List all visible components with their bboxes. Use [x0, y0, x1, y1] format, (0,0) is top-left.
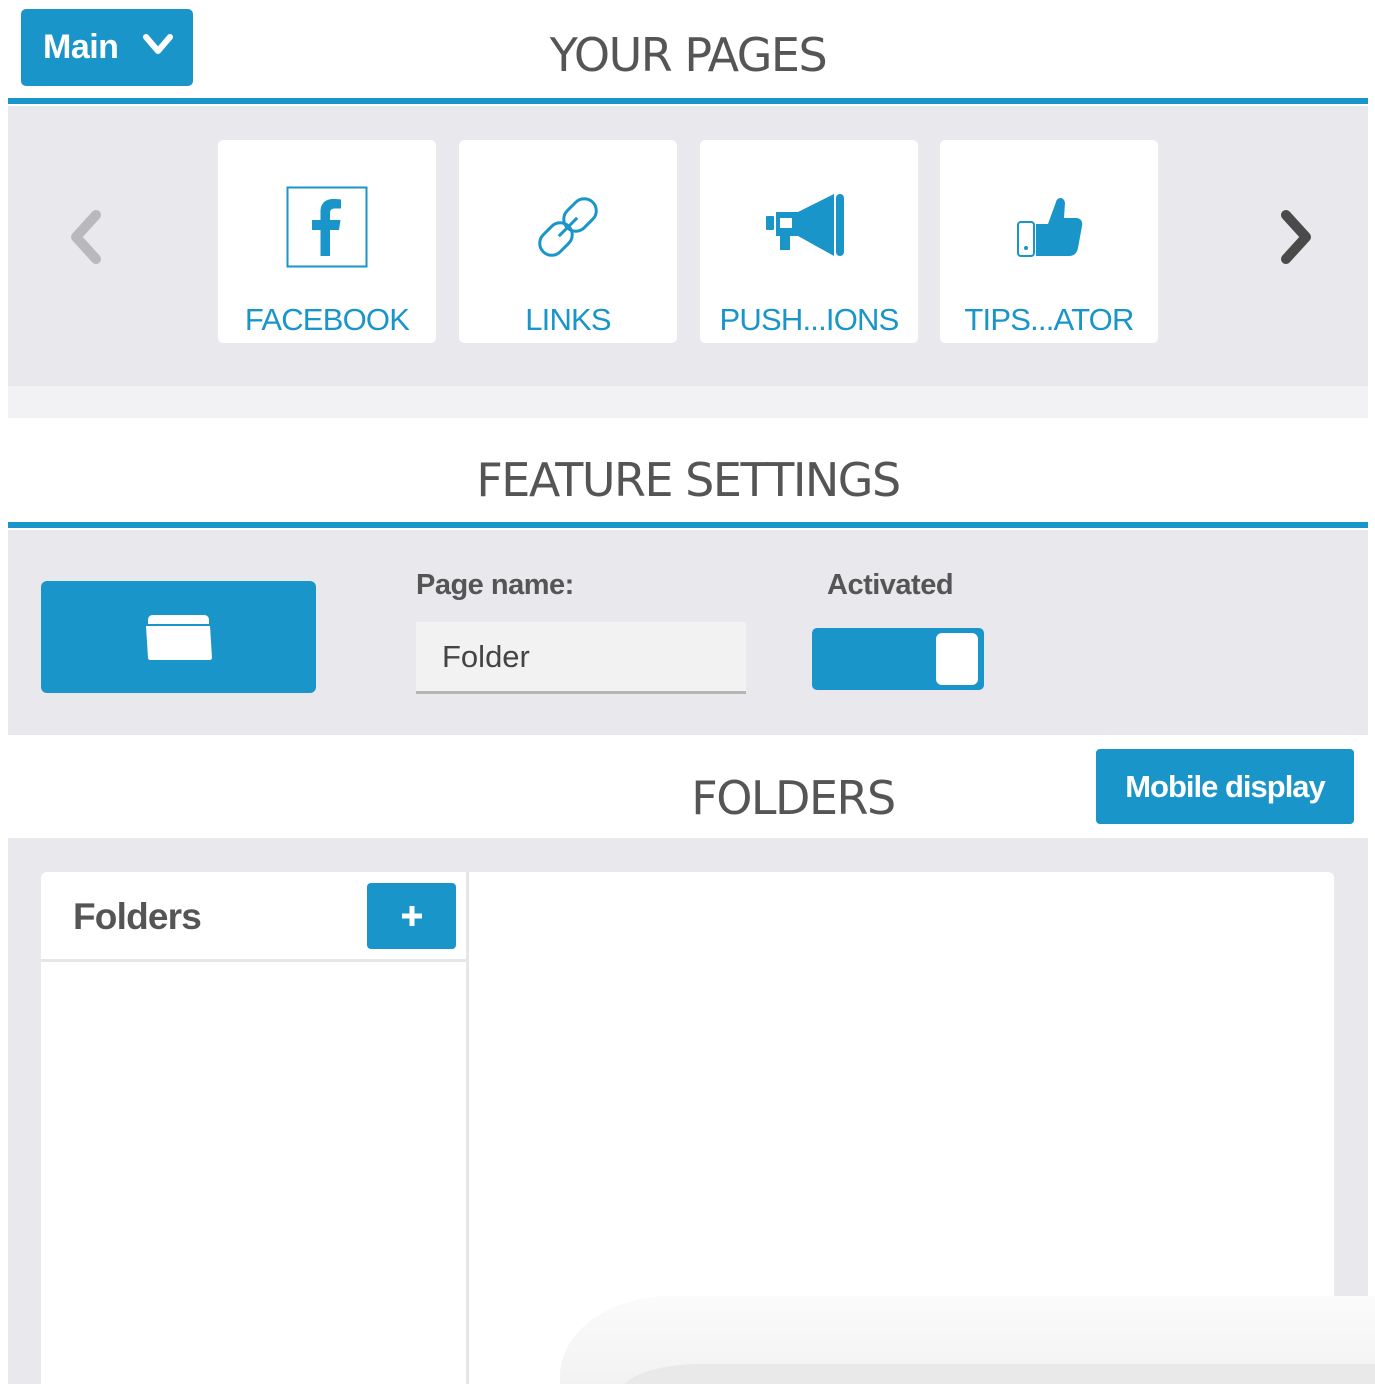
page-name-input[interactable] [416, 622, 746, 694]
folder-list-header: Folders [41, 872, 466, 962]
preview-sheet-shadow [620, 1364, 1375, 1384]
your-pages-title: YOUR PAGES [549, 28, 828, 82]
mobile-display-button[interactable]: Mobile display [1096, 749, 1354, 824]
megaphone-icon [766, 194, 844, 256]
toggle-knob [936, 633, 978, 685]
add-folder-button[interactable] [367, 883, 456, 949]
feature-settings-title: FEATURE SETTINGS [476, 453, 901, 507]
page-tile-tips[interactable]: TIPS...ATOR [940, 140, 1158, 343]
chevron-right-icon [1281, 210, 1311, 264]
your-pages-divider [8, 98, 1368, 104]
activated-toggle[interactable] [812, 628, 984, 690]
link-icon [538, 197, 598, 257]
page-tile-links[interactable]: LINKS [459, 140, 677, 343]
page-tile-push-notifications[interactable]: PUSH...IONS [700, 140, 918, 343]
folder-icon [145, 615, 212, 660]
page-icon-button[interactable] [41, 581, 316, 693]
carousel-next-button[interactable] [1274, 205, 1318, 269]
page-tile-label: TIPS...ATOR [964, 302, 1134, 337]
folder-list: Folders [41, 872, 469, 1384]
pages-carousel [8, 106, 1368, 386]
facebook-icon [286, 186, 368, 268]
activated-label: Activated [827, 569, 954, 601]
page-tile-label: LINKS [525, 302, 611, 337]
feature-settings-divider [8, 522, 1368, 528]
folder-list-title: Folders [73, 896, 202, 937]
carousel-prev-button[interactable] [64, 205, 108, 269]
page-tile-label: FACEBOOK [244, 302, 410, 337]
page-tile-label: PUSH...IONS [719, 302, 900, 337]
page-tile-facebook[interactable]: FACEBOOK [218, 140, 436, 343]
thumbs-up-icon [1017, 198, 1083, 257]
pages-carousel-footer [8, 386, 1368, 418]
plus-icon [401, 906, 422, 926]
chevron-left-icon [71, 210, 101, 264]
page-name-label: Page name: [416, 569, 574, 601]
